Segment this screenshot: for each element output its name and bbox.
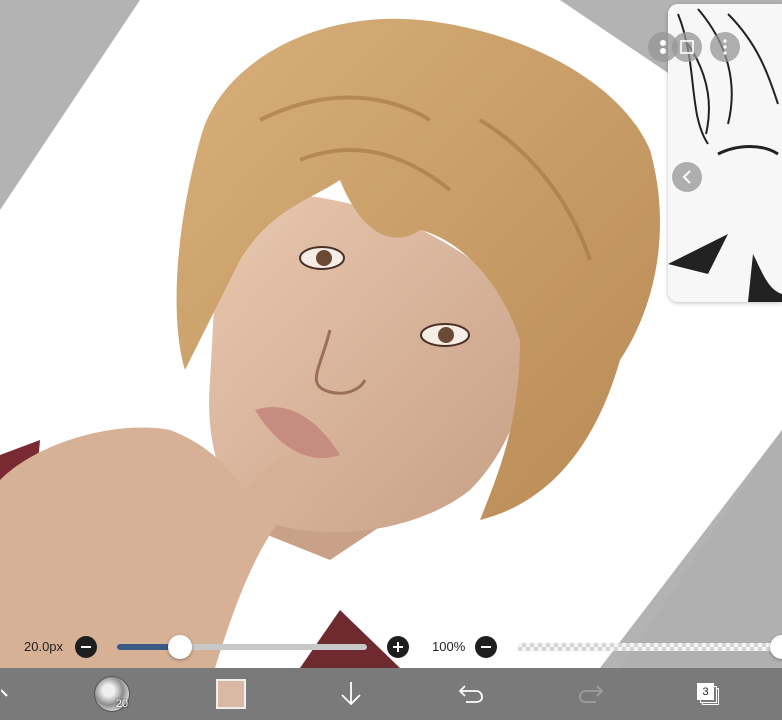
brush-icon: 20 (94, 676, 130, 712)
transform-icon (1, 689, 8, 697)
brush-number: 20 (115, 698, 128, 710)
right-iris (438, 327, 454, 343)
layers-button[interactable]: 3 (694, 668, 722, 720)
redo-button[interactable] (576, 668, 606, 720)
layers-icon: 3 (697, 683, 719, 705)
transform-button[interactable] (0, 668, 10, 720)
reference-window-button[interactable] (672, 32, 702, 62)
opacity-value: 100% (432, 639, 466, 654)
drawing-canvas[interactable]: 20.0px 100% (0, 0, 782, 668)
minus-icon (81, 646, 91, 648)
reference-more-button[interactable] (710, 32, 740, 62)
opacity-decrease-button[interactable] (475, 636, 497, 658)
minus-icon (481, 646, 491, 648)
color-swatch (216, 679, 246, 709)
chevron-left-icon (682, 170, 691, 184)
more-icon (723, 39, 727, 55)
brush-size-value: 20.0px (24, 639, 64, 654)
brush-size-slider[interactable] (117, 635, 367, 659)
redo-icon (579, 685, 604, 703)
brush-button[interactable]: 20 (92, 668, 132, 720)
left-iris (316, 250, 332, 266)
slider-bar: 20.0px 100% (0, 630, 782, 664)
color-button[interactable] (214, 668, 248, 720)
bottom-toolbar: 20 3 (0, 668, 782, 720)
opacity-slider[interactable] (518, 635, 782, 659)
brush-size-thumb[interactable] (167, 635, 192, 659)
layer-count: 3 (697, 683, 714, 700)
opacity-thumb[interactable] (770, 635, 782, 659)
download-button[interactable] (336, 668, 366, 720)
brush-size-decrease-button[interactable] (75, 636, 97, 658)
download-icon (341, 682, 361, 706)
undo-button[interactable] (456, 668, 486, 720)
window-icon (680, 40, 694, 54)
undo-icon (458, 685, 483, 703)
artwork (0, 0, 782, 668)
plus-icon (393, 642, 403, 652)
reference-collapse-button[interactable] (672, 162, 702, 192)
brush-size-increase-button[interactable] (387, 636, 409, 658)
reference-layers-icon (660, 40, 666, 54)
